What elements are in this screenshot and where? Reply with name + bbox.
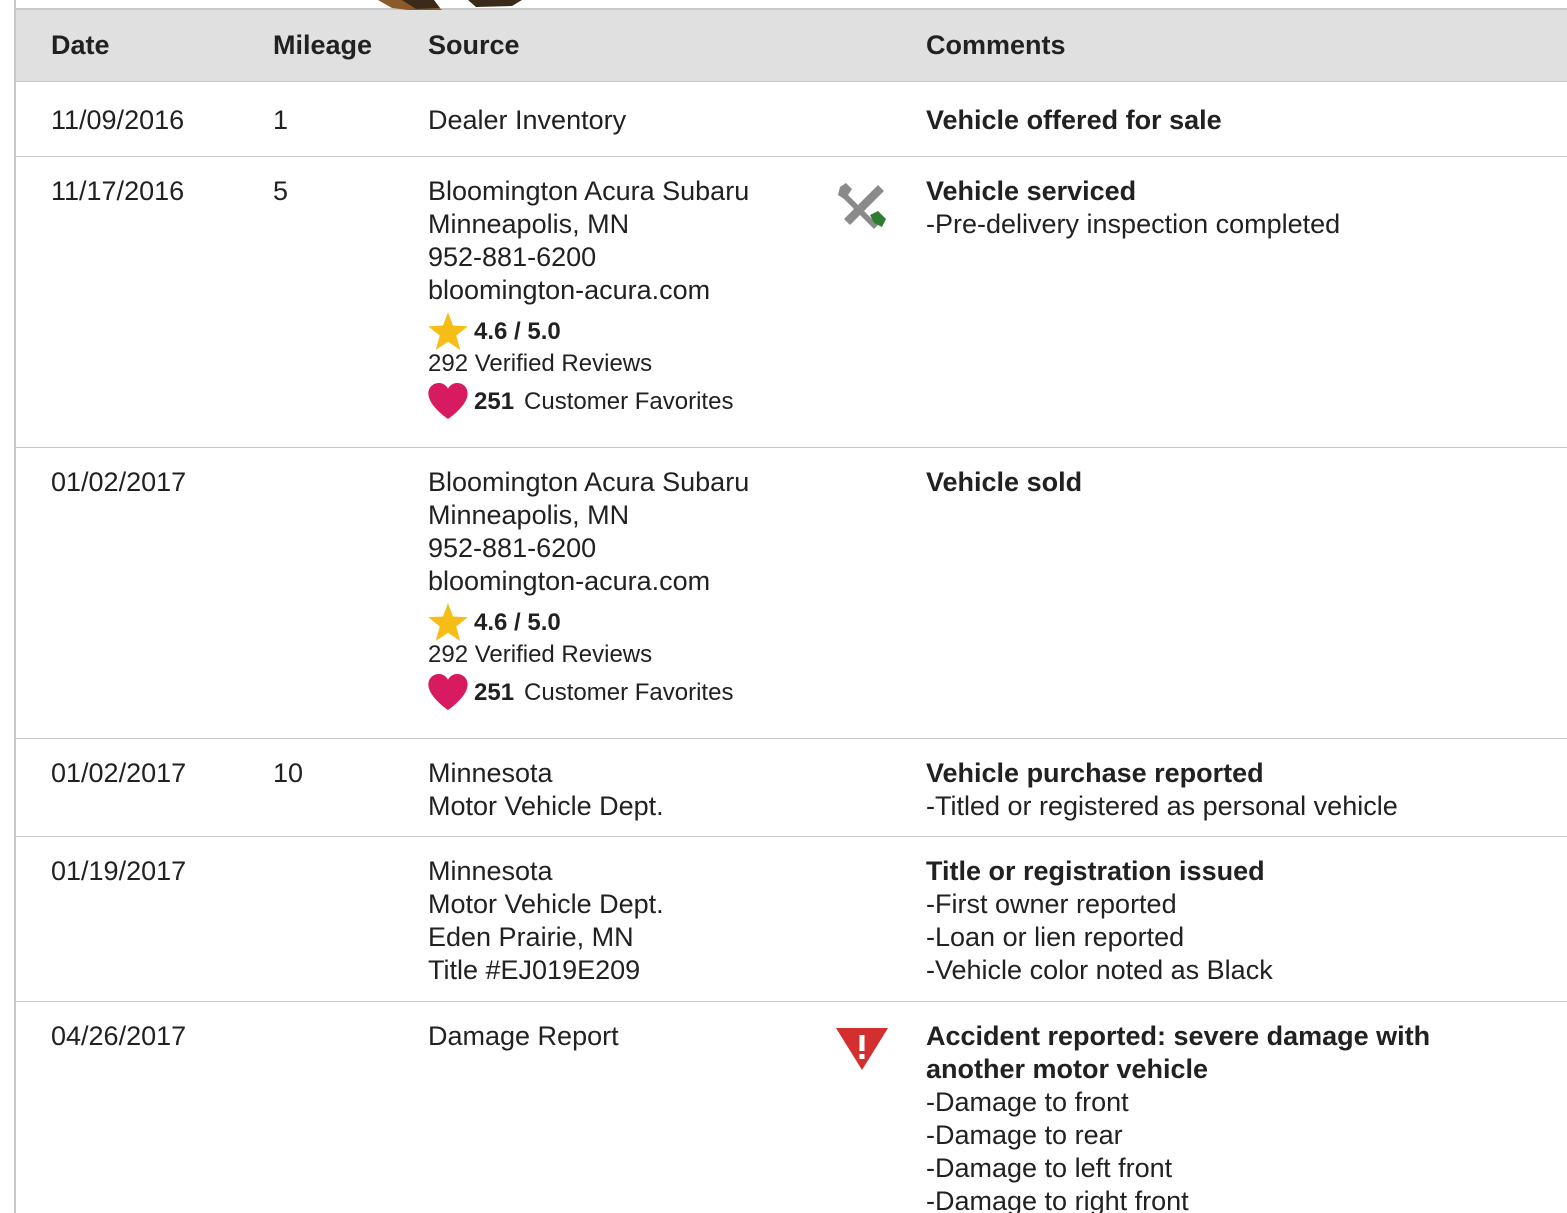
comment-detail: -First owner reported bbox=[926, 889, 1177, 919]
star-icon bbox=[428, 603, 468, 641]
heart-icon bbox=[428, 674, 468, 710]
row-source: Minnesota Motor Vehicle Dept. bbox=[428, 757, 664, 823]
table-row: 04/26/2017 Damage Report Accident report… bbox=[16, 1002, 1567, 1213]
row-date: 01/02/2017 bbox=[51, 758, 187, 788]
dealer-location: Minneapolis, MN bbox=[428, 209, 630, 239]
row-mileage: 10 bbox=[273, 758, 304, 788]
row-source: Dealer Inventory bbox=[428, 104, 626, 137]
heart-icon bbox=[428, 383, 468, 419]
table-row: 01/02/2017 Bloomington Acura Subaru Minn… bbox=[16, 448, 1567, 739]
row-comments: Accident reported: severe damage with an… bbox=[926, 1020, 1546, 1213]
source-line: Motor Vehicle Dept. bbox=[428, 791, 664, 821]
row-date: 01/19/2017 bbox=[51, 856, 187, 886]
verified-reviews-link[interactable]: 292 Verified Reviews bbox=[428, 640, 749, 670]
comment-detail: -Damage to left front bbox=[926, 1153, 1173, 1183]
row-comments: Vehicle offered for sale bbox=[926, 104, 1546, 137]
dealer-website-link[interactable]: bloomington-acura.com bbox=[428, 565, 749, 598]
left-border bbox=[0, 0, 16, 1213]
row-mileage: 1 bbox=[273, 105, 289, 135]
customer-favorites: 251 Customer Favorites bbox=[428, 383, 749, 419]
row-comments: Vehicle sold bbox=[926, 466, 1546, 499]
star-icon bbox=[428, 312, 468, 350]
dealer-phone[interactable]: 952-881-6200 bbox=[428, 241, 749, 274]
comment-title: Vehicle serviced bbox=[926, 176, 1137, 206]
header-date: Date bbox=[51, 30, 110, 60]
row-source: Bloomington Acura Subaru Minneapolis, MN… bbox=[428, 466, 749, 710]
comment-detail: -Vehicle color noted as Black bbox=[926, 955, 1273, 985]
comment-detail: -Loan or lien reported bbox=[926, 922, 1185, 952]
table-row: 01/02/2017 10 Minnesota Motor Vehicle De… bbox=[16, 739, 1567, 837]
source-line: Motor Vehicle Dept. bbox=[428, 889, 664, 919]
customer-favorites: 251 Customer Favorites bbox=[428, 674, 749, 710]
dealer-website-link[interactable]: bloomington-acura.com bbox=[428, 274, 749, 307]
favorites-label: Customer Favorites bbox=[524, 387, 734, 415]
comment-detail: -Damage to rear bbox=[926, 1120, 1123, 1150]
dealer-phone[interactable]: 952-881-6200 bbox=[428, 532, 749, 565]
warning-triangle-icon bbox=[836, 1028, 888, 1070]
comment-detail: -Pre-delivery inspection completed bbox=[926, 209, 1341, 239]
header-comments: Comments bbox=[926, 30, 1066, 60]
row-comments: Vehicle purchase reported -Titled or reg… bbox=[926, 757, 1546, 823]
row-comments: Vehicle serviced -Pre-delivery inspectio… bbox=[926, 175, 1546, 241]
comment-detail: -Titled or registered as personal vehicl… bbox=[926, 791, 1398, 821]
comment-title: Title or registration issued bbox=[926, 856, 1265, 886]
favorites-label: Customer Favorites bbox=[524, 678, 734, 706]
vehicle-history-frame: Date Mileage Source Comments 11/09/2016 … bbox=[0, 0, 1567, 1213]
dealer-location: Minneapolis, MN bbox=[428, 500, 630, 530]
history-table: Date Mileage Source Comments 11/09/2016 … bbox=[16, 10, 1567, 1213]
source-line: Minnesota bbox=[428, 856, 553, 886]
dealer-rating: 4.6 / 5.0 bbox=[428, 312, 749, 350]
top-strip bbox=[16, 0, 1567, 10]
comment-title: Accident reported: severe damage with bbox=[926, 1021, 1431, 1051]
rating-value: 4.6 / 5.0 bbox=[474, 317, 561, 345]
wrench-screwdriver-icon bbox=[838, 183, 886, 229]
source-line: Minnesota bbox=[428, 758, 553, 788]
dealer-name: Bloomington Acura Subaru bbox=[428, 467, 750, 497]
source-line: Eden Prairie, MN bbox=[428, 922, 634, 952]
comment-title: Vehicle purchase reported bbox=[926, 758, 1264, 788]
rating-value: 4.6 / 5.0 bbox=[474, 608, 561, 636]
row-date: 01/02/2017 bbox=[51, 467, 187, 497]
accident-icon-cell bbox=[834, 1026, 890, 1080]
dealer-rating: 4.6 / 5.0 bbox=[428, 603, 749, 641]
row-date: 11/17/2016 bbox=[51, 176, 185, 206]
source-line: Title #EJ019E209 bbox=[428, 955, 641, 985]
row-date: 11/09/2016 bbox=[51, 105, 185, 135]
table-row: 01/19/2017 Minnesota Motor Vehicle Dept.… bbox=[16, 837, 1567, 1002]
row-source: Damage Report bbox=[428, 1020, 619, 1053]
row-date: 04/26/2017 bbox=[51, 1021, 187, 1051]
comment-detail: -Damage to front bbox=[926, 1087, 1129, 1117]
source-line: Dealer Inventory bbox=[428, 105, 627, 135]
dealer-name: Bloomington Acura Subaru bbox=[428, 176, 750, 206]
source-line: Damage Report bbox=[428, 1021, 619, 1051]
comment-detail: -Damage to right front bbox=[926, 1186, 1189, 1213]
row-source: Bloomington Acura Subaru Minneapolis, MN… bbox=[428, 175, 749, 419]
service-icon-cell bbox=[834, 179, 890, 243]
table-row: 11/09/2016 1 Dealer Inventory Vehicle of… bbox=[16, 82, 1567, 157]
row-comments: Title or registration issued -First owne… bbox=[926, 855, 1546, 987]
favorites-count: 251 bbox=[474, 387, 515, 415]
table-header: Date Mileage Source Comments bbox=[16, 10, 1567, 82]
verified-reviews-link[interactable]: 292 Verified Reviews bbox=[428, 349, 749, 379]
row-source: Minnesota Motor Vehicle Dept. Eden Prair… bbox=[428, 855, 664, 987]
comment-title: Vehicle offered for sale bbox=[926, 105, 1222, 135]
comment-title: Vehicle sold bbox=[926, 467, 1083, 497]
row-mileage: 5 bbox=[273, 176, 289, 206]
header-source: Source bbox=[428, 30, 520, 60]
comment-title-cont: another motor vehicle bbox=[926, 1054, 1209, 1084]
favorites-count: 251 bbox=[474, 678, 515, 706]
header-mileage: Mileage bbox=[273, 30, 373, 60]
table-row: 11/17/2016 5 Bloomington Acura Subaru Mi… bbox=[16, 157, 1567, 448]
